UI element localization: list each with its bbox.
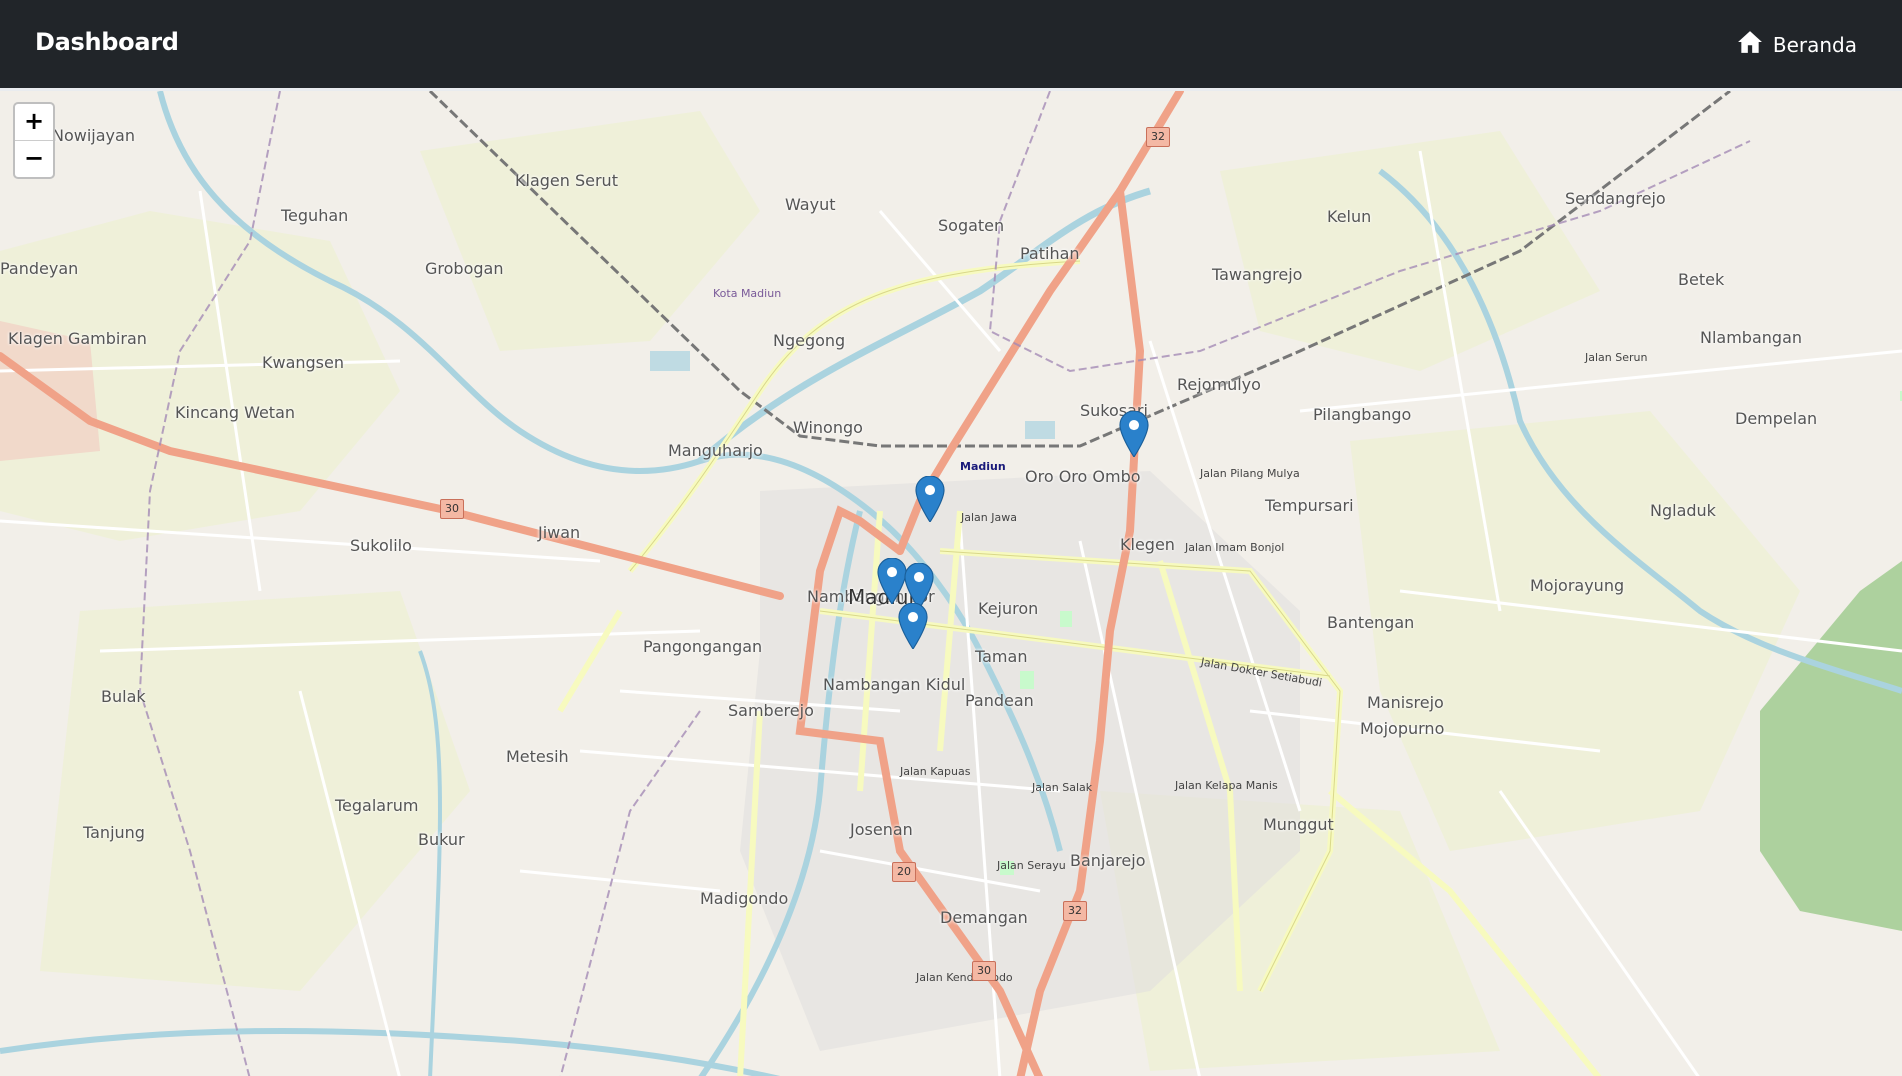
place-label: Patihan	[1020, 244, 1080, 263]
place-label: Klegen	[1120, 535, 1175, 554]
zoom-control: + −	[13, 102, 55, 179]
place-label: Tegalarum	[335, 796, 419, 815]
place-label: Pandeyan	[0, 259, 79, 278]
place-label: Pilangbango	[1313, 405, 1412, 424]
place-label: Nlambangan	[1700, 328, 1803, 347]
route-shield: 30	[972, 961, 996, 981]
place-label: Tawangrejo	[1212, 265, 1303, 284]
top-navbar: Dashboard Beranda	[0, 0, 1902, 88]
place-label: Madigondo	[700, 889, 789, 908]
road-label: Jalan Serun	[1585, 351, 1648, 364]
place-label: Bulak	[101, 687, 146, 706]
road-label: Jalan Salak	[1032, 781, 1093, 794]
place-label: Jiwan	[538, 523, 581, 542]
place-label: Wayut	[785, 195, 836, 214]
zoom-in-button[interactable]: +	[15, 104, 53, 140]
place-label: Klagen Serut	[515, 171, 618, 190]
route-shield: 32	[1146, 127, 1170, 147]
road-label: Jalan Jawa	[961, 511, 1017, 524]
admin-label: Kota Madiun	[713, 287, 782, 300]
place-label: Dempelan	[1735, 409, 1818, 428]
place-label: Taman	[975, 647, 1028, 666]
place-label: Tanjung	[83, 823, 145, 842]
home-link[interactable]: Beranda	[1737, 30, 1857, 59]
place-label: Nambangan Kidul	[823, 675, 966, 694]
place-label: Sogaten	[938, 216, 1005, 235]
road-label: Jalan Kendalisodo	[916, 971, 1013, 984]
place-label: Ngladuk	[1650, 501, 1716, 520]
place-label: Winongo	[793, 418, 863, 437]
place-label: Kelun	[1327, 207, 1372, 226]
place-label: Kincang Wetan	[175, 403, 296, 422]
road-label: Jalan Kelapa Manis	[1175, 779, 1278, 792]
road-label: Jalan Pilang Mulya	[1200, 467, 1300, 480]
place-label: Ngegong	[773, 331, 846, 350]
place-label: Mojopurno	[1360, 719, 1445, 738]
station-label: Madiun	[960, 460, 1006, 473]
place-label: Kwangsen	[262, 353, 344, 372]
home-icon	[1737, 30, 1763, 59]
map-marker-icon[interactable]	[877, 558, 907, 604]
place-label: Banjarejo	[1070, 851, 1146, 870]
map-marker-icon[interactable]	[1119, 411, 1149, 457]
place-label: Bantengan	[1327, 613, 1415, 632]
zoom-out-button[interactable]: −	[15, 140, 53, 177]
place-label: Munggut	[1263, 815, 1334, 834]
route-shield: 20	[892, 862, 916, 882]
place-label: Oro Oro Ombo	[1025, 467, 1141, 486]
route-shield: 32	[1063, 901, 1087, 921]
place-label: Manguharjo	[668, 441, 763, 460]
place-label: Kejuron	[978, 599, 1039, 618]
road-label: Jalan Kapuas	[900, 765, 971, 778]
place-label: Samberejo	[728, 701, 814, 720]
place-label: Pandean	[965, 691, 1034, 710]
map-marker-icon[interactable]	[915, 476, 945, 522]
brand-link[interactable]: Dashboard	[35, 28, 179, 56]
place-label: Mojorayung	[1530, 576, 1625, 595]
place-label: Sukolilo	[350, 536, 412, 555]
place-label: Nowijayan	[52, 126, 135, 145]
map-marker-icon[interactable]	[898, 603, 928, 649]
place-label: Pangongangan	[643, 637, 763, 656]
place-label: Manisrejo	[1367, 693, 1444, 712]
place-label: Grobogan	[425, 259, 504, 278]
place-label: Demangan	[940, 908, 1028, 927]
route-shield: 30	[440, 499, 464, 519]
place-label: Betek	[1678, 270, 1725, 289]
place-label: Tempursari	[1265, 496, 1354, 515]
home-link-label: Beranda	[1772, 32, 1857, 57]
place-label: Klagen Gambiran	[8, 329, 147, 348]
place-label: Rejomulyo	[1177, 375, 1261, 394]
place-label: Metesih	[506, 747, 569, 766]
road-label: Jalan Imam Bonjol	[1185, 541, 1285, 554]
place-label: Sendangrejo	[1565, 189, 1666, 208]
place-label: Josenan	[850, 820, 913, 839]
map-view[interactable]: Klagen Serut Wayut Sogaten Patihan Teguh…	[0, 88, 1902, 1076]
place-label: Teguhan	[281, 206, 349, 225]
road-label: Jalan Serayu	[997, 859, 1066, 872]
place-label: Bukur	[418, 830, 465, 849]
